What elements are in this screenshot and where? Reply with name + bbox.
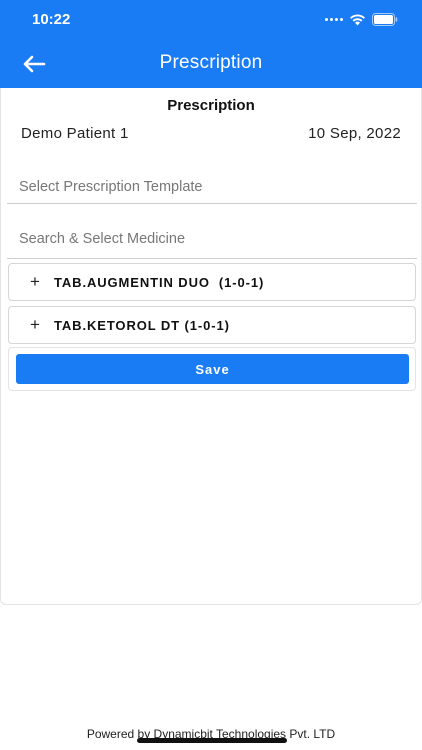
medicine-item[interactable]: + TAB.KETOROL DT (1-0-1) [8, 306, 416, 344]
wifi-icon [350, 14, 365, 26]
page-title: Prescription [159, 52, 263, 73]
status-time: 10:22 [32, 11, 71, 28]
card-title: Prescription [167, 97, 255, 114]
medicine-item[interactable]: + TAB.AUGMENTIN DUO (1-0-1) [8, 263, 416, 301]
medicine-label: TAB.KETOROL DT (1-0-1) [54, 317, 230, 333]
home-indicator [137, 738, 287, 743]
battery-icon [372, 13, 398, 26]
app-bar: Prescription [0, 40, 422, 88]
signal-icon [325, 18, 343, 21]
medicine-search-field[interactable] [7, 220, 417, 259]
prescription-date: 10 Sep, 2022 [308, 125, 401, 142]
status-icons [325, 13, 398, 26]
plus-icon[interactable]: + [26, 272, 44, 292]
medicine-label: TAB.AUGMENTIN DUO (1-0-1) [54, 274, 265, 290]
template-select-input[interactable] [7, 170, 417, 203]
patient-name: Demo Patient 1 [21, 125, 129, 142]
plus-icon[interactable]: + [26, 315, 44, 335]
template-select-field[interactable] [7, 170, 417, 204]
prescription-card: Prescription Demo Patient 1 10 Sep, 2022… [0, 88, 422, 605]
medicine-search-input[interactable] [7, 220, 417, 258]
save-container: Save [8, 347, 416, 391]
save-button[interactable]: Save [16, 354, 409, 384]
status-bar: 10:22 [0, 0, 422, 40]
